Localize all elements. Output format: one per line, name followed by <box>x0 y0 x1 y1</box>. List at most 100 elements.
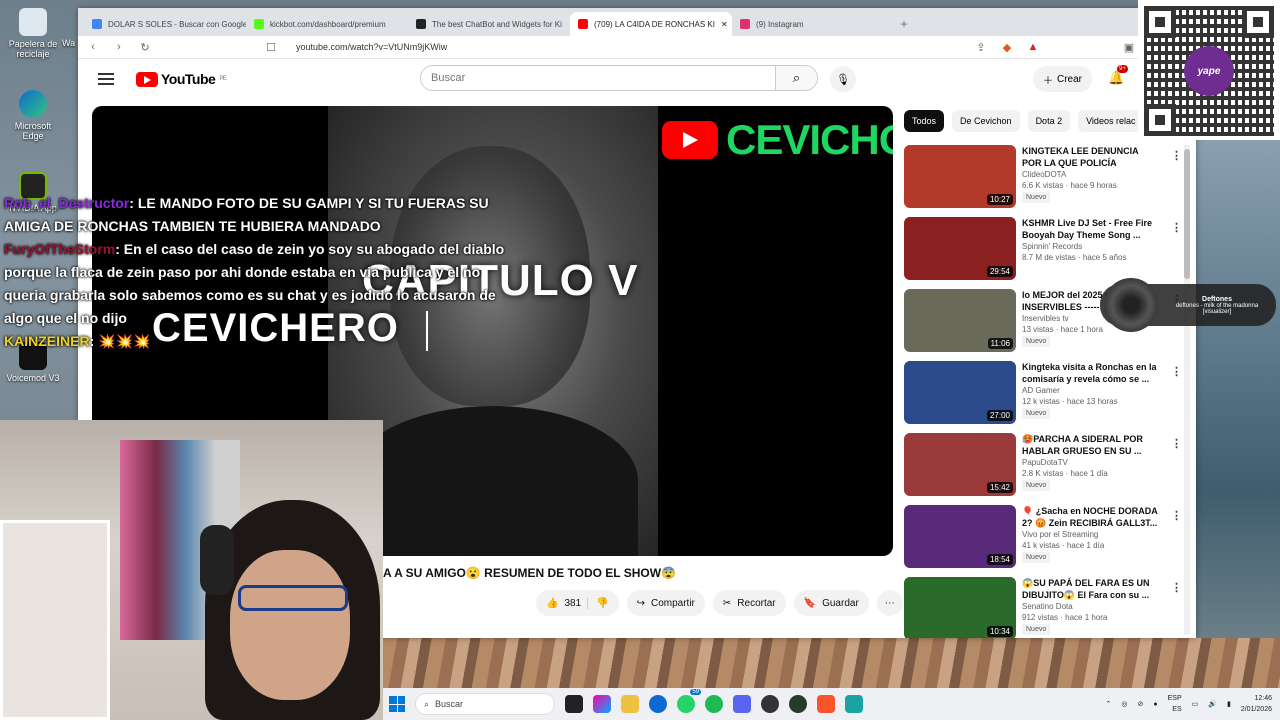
windows-start-icon[interactable] <box>389 696 405 712</box>
desktop-icon-recycle-bin[interactable]: Papelera de reciclaje <box>4 8 62 59</box>
desktop-icon-edge[interactable]: Microsoft Edge <box>4 90 62 141</box>
streamer-headset <box>200 525 234 595</box>
browser-tab[interactable]: (9) Instagram <box>732 12 894 36</box>
more-icon[interactable]: ⋮ <box>1171 509 1182 522</box>
browser-tab[interactable]: DOLAR S SOLES - Buscar con Google <box>84 12 246 36</box>
task-view-icon[interactable] <box>565 695 583 713</box>
webcam-shelf <box>0 520 110 720</box>
more-icon[interactable]: ⋮ <box>1171 365 1182 378</box>
mic-icon: 🎙 <box>836 73 850 86</box>
browser-tab[interactable]: kickbot.com/dashboard/premium <box>246 12 408 36</box>
scrollbar-thumb[interactable] <box>1184 149 1190 279</box>
taskbar-search[interactable]: ⌕ Buscar <box>415 693 555 715</box>
mic-icon[interactable]: ● <box>1153 701 1157 708</box>
discord-icon[interactable] <box>733 695 751 713</box>
related-video[interactable]: 15:42 🥵PARCHA A SIDERAL POR HABLAR GRUES… <box>904 433 1182 505</box>
chat-message: KAINZEINER: 💥💥💥 <box>4 333 151 349</box>
address-bar-row: ‹ › ↻ ☐ youtube.com/watch?v=VtUNm9jKWiw … <box>78 36 1196 59</box>
close-icon[interactable]: ✕ <box>721 20 728 29</box>
chip-all[interactable]: Todos <box>904 110 945 132</box>
youtube-icon <box>578 19 588 29</box>
browser-tab-active[interactable]: (709) LA C4IDA DE RONCHAS KI ✕ <box>570 12 732 36</box>
youtube-play-icon <box>662 121 718 159</box>
tab-strip: DOLAR S SOLES - Buscar con Google kickbo… <box>78 8 1196 36</box>
new-badge: Nuevo <box>1022 552 1051 563</box>
more-icon[interactable]: ⋮ <box>1171 221 1182 234</box>
wifi-icon[interactable]: ⊘ <box>1138 700 1144 708</box>
back-icon[interactable]: ‹ <box>86 41 100 53</box>
related-scrollbar[interactable] <box>1184 145 1190 635</box>
address-input[interactable]: youtube.com/watch?v=VtUNm9jKWiw <box>290 38 962 56</box>
related-video[interactable]: 27:00 Kingteka visita a Ronchas en la co… <box>904 361 1182 433</box>
share-icon: ↪ <box>636 597 645 609</box>
youtube-play-icon <box>136 71 158 87</box>
chip-dota[interactable]: Dota 2 <box>1027 110 1071 132</box>
forward-icon[interactable]: › <box>112 41 126 53</box>
video-thumbnail[interactable]: 10:27 <box>904 145 1016 208</box>
video-thumbnail[interactable]: 27:00 <box>904 361 1016 424</box>
youtube-logo[interactable]: YouTube PE <box>136 71 227 87</box>
brave-shield-icon[interactable]: ◆ <box>1000 41 1014 54</box>
thumbs-down-icon[interactable]: 👎 <box>587 597 609 609</box>
bookmark-icon[interactable]: ☐ <box>264 41 278 54</box>
clock[interactable]: 12:46 2/01/2026 <box>1241 693 1272 715</box>
video-thumbnail[interactable]: 11:06 <box>904 289 1016 352</box>
more-actions-button[interactable]: ⋯ <box>876 590 903 616</box>
new-tab-icon[interactable]: + <box>894 12 914 36</box>
volume-icon[interactable]: 🔊 <box>1208 700 1217 708</box>
network-icon[interactable]: ◎ <box>1121 700 1127 708</box>
qr-finder <box>1144 104 1176 136</box>
voice-search-button[interactable]: 🎙 <box>830 66 856 92</box>
edge-icon[interactable] <box>649 695 667 713</box>
taskbar: ⌕ Buscar 59 ⌃ ◎ ⊘ ● ESP ES ▭ 🔊 ▮ 12:46 2/01… <box>383 688 1280 720</box>
more-icon[interactable]: ⋮ <box>1171 149 1182 162</box>
notifications-button[interactable]: 🔔 9+ <box>1108 65 1128 85</box>
search-button[interactable]: ⌕ <box>775 66 817 90</box>
display-icon[interactable]: ▭ <box>1192 700 1199 708</box>
video-thumbnail[interactable]: 18:54 <box>904 505 1016 568</box>
browser-tab[interactable]: The best ChatBot and Widgets for Ki <box>408 12 570 36</box>
notepad-icon[interactable] <box>845 695 863 713</box>
chip-channel[interactable]: De Cevichon <box>952 110 1020 132</box>
file-explorer-icon[interactable] <box>621 695 639 713</box>
related-video[interactable]: 10:27 KINGTEKA LEE DENUNCIA POR LA QUE P… <box>904 145 1182 217</box>
brave-icon[interactable] <box>817 695 835 713</box>
related-video[interactable]: 18:54 🎈 ¿Sacha en NOCHE DORADA 2? 😡 Zein… <box>904 505 1182 577</box>
chatbot-icon <box>416 19 426 29</box>
like-button[interactable]: 👍 381 👎 <box>536 590 619 616</box>
share-button[interactable]: ↪ Compartir <box>626 590 705 616</box>
more-icon[interactable]: ⋮ <box>1171 437 1182 450</box>
search-input[interactable] <box>421 66 775 90</box>
chevron-up-icon[interactable]: ⌃ <box>1106 700 1112 708</box>
rewards-icon[interactable]: ▲ <box>1026 41 1040 53</box>
create-button[interactable]: ＋ Crear <box>1033 66 1093 92</box>
chat-message: FuryOfTheStorm: En el caso del caso de z… <box>4 241 505 326</box>
streamer-face <box>230 550 350 700</box>
share-icon[interactable]: ⇪ <box>974 41 988 54</box>
video-title: A A SU AMIGO😮 RESUMEN DE TODO EL SHOW😨 <box>383 566 677 580</box>
plus-icon: ＋ <box>1043 75 1053 87</box>
youtube-header: YouTubePE ⌕ 🎙 ＋Crear 🔔9+ <box>78 59 1196 99</box>
spotify-icon[interactable] <box>705 695 723 713</box>
menu-icon[interactable] <box>98 73 114 85</box>
save-button[interactable]: 🔖 Guardar <box>793 590 869 616</box>
bookmark-icon: 🔖 <box>803 597 817 609</box>
obs-icon[interactable] <box>761 695 779 713</box>
battery-icon[interactable]: ▮ <box>1227 700 1231 708</box>
language-indicator[interactable]: ESP ES <box>1168 693 1182 715</box>
video-thumbnail[interactable]: 29:54 <box>904 217 1016 280</box>
sidebar-icon[interactable]: ▣ <box>1122 41 1136 54</box>
scissors-icon: ✂ <box>722 597 732 609</box>
chip-related[interactable]: Videos relac <box>1078 110 1144 132</box>
reload-icon[interactable]: ↻ <box>138 41 152 54</box>
video-thumbnail[interactable]: 10:34 <box>904 577 1016 638</box>
video-thumbnail[interactable]: 15:42 <box>904 433 1016 496</box>
app-icon[interactable] <box>789 695 807 713</box>
clip-button[interactable]: ✂ Recortar <box>712 590 786 616</box>
more-icon[interactable]: ⋮ <box>1171 581 1182 594</box>
copilot-icon[interactable] <box>593 695 611 713</box>
video-actions: 👍 381 👎 ↪ Compartir ✂ Recortar 🔖 Guardar ⋯ <box>536 590 903 616</box>
whatsapp-icon[interactable]: 59 <box>677 689 701 713</box>
video-shirt <box>348 406 638 556</box>
related-video[interactable]: 10:34 😱SU PAPÁ DEL FARA ES UN DIBUJITO😱 … <box>904 577 1182 638</box>
